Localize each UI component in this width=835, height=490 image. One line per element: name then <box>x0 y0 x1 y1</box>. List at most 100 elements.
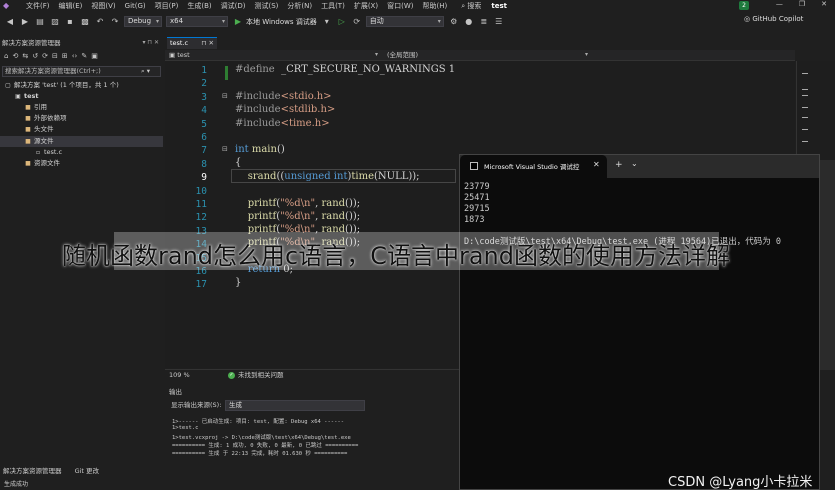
menu-test[interactable]: 测试(S) <box>254 1 278 11</box>
format-icon[interactable]: ≣ <box>479 17 489 27</box>
play-icon[interactable]: ▶ <box>233 17 243 27</box>
tab-solution-explorer[interactable]: 解决方案资源管理器 <box>3 467 62 475</box>
tree-item-label: test <box>24 92 39 100</box>
close-icon[interactable]: ✕ <box>821 0 827 8</box>
close-icon[interactable]: ✕ <box>593 160 600 169</box>
comment-icon[interactable]: ☰ <box>494 17 504 27</box>
auto-dropdown[interactable]: 自动 ▾ <box>365 16 444 27</box>
menu-view[interactable]: 视图(V) <box>91 1 115 11</box>
redo-icon[interactable]: ↷ <box>110 17 120 27</box>
minimize-icon[interactable]: — <box>776 0 783 8</box>
minimap-mark <box>802 129 808 130</box>
back-icon[interactable]: ◀ <box>5 17 15 27</box>
undo-icon[interactable]: ↶ <box>95 17 105 27</box>
config-value: Debug <box>128 17 152 25</box>
platform-dropdown[interactable]: x64 ▾ <box>166 16 228 27</box>
search-box[interactable]: ⌕ 搜索 <box>461 1 481 11</box>
code-line-4: #include<stdlib.h> <box>235 104 336 115</box>
menu-debug[interactable]: 调试(D) <box>221 1 246 11</box>
menu-extensions[interactable]: 扩展(X) <box>354 1 378 11</box>
tree-item-label: 源文件 <box>34 137 54 145</box>
code-line-5: #include<time.h> <box>235 118 330 129</box>
refresh-icon[interactable]: ⟳ <box>42 52 48 60</box>
tree-item[interactable]: ■ 资源文件 <box>0 158 163 169</box>
code-icon[interactable]: ‹› <box>72 52 78 60</box>
tree-node-icon: ▣ <box>15 93 21 100</box>
forward-icon[interactable]: ▶ <box>20 17 30 27</box>
menu-project[interactable]: 项目(P) <box>155 1 179 11</box>
tree-item[interactable]: ■ 头文件 <box>0 124 163 135</box>
line-number: 17 <box>195 279 207 291</box>
output-source-dropdown[interactable]: 生成 <box>225 400 365 411</box>
attach-icon[interactable]: ⟳ <box>352 17 362 27</box>
new-tab-icon[interactable]: + <box>615 160 623 170</box>
account-badge[interactable]: 2 <box>739 1 749 10</box>
chevron-down-icon[interactable]: ▾ <box>585 50 588 60</box>
menu-analyze[interactable]: 分析(N) <box>287 1 312 11</box>
properties-icon[interactable]: ✎ <box>81 52 87 60</box>
menu-build[interactable]: 生成(B) <box>187 1 211 11</box>
new-item-icon[interactable]: ▤ <box>35 17 45 27</box>
minimap[interactable] <box>796 61 835 161</box>
history-icon[interactable]: ↺ <box>32 52 38 60</box>
chevron-down-icon: ▾ <box>221 18 225 25</box>
collapse-icon[interactable]: ⊟ <box>52 52 58 60</box>
tree-item[interactable]: ■ 外部依赖项 <box>0 113 163 124</box>
chevron-down-icon[interactable]: ▾ <box>322 17 332 27</box>
chevron-down-icon[interactable]: ▾ <box>375 50 378 60</box>
debug-console-window[interactable]: Microsoft Visual Studio 调试控 ✕ + ⌄ 23779 … <box>459 154 820 490</box>
chevron-down-icon[interactable]: ⌄ <box>631 159 638 168</box>
tree-item[interactable]: ▫ test.c <box>0 147 163 158</box>
sync-icon[interactable]: ⟲ <box>12 52 18 60</box>
nav-scope-dropdown[interactable]: (全局范围) <box>387 50 418 60</box>
menu-git[interactable]: Git(G) <box>125 2 146 10</box>
menu-edit[interactable]: 编辑(E) <box>59 1 83 11</box>
tool-icon[interactable]: ⚙ <box>449 17 459 27</box>
switch-view-icon[interactable]: ⇆ <box>22 52 28 60</box>
tree-item[interactable]: ▢ 解决方案 'test' (1 个项目，共 1 个) <box>0 80 163 91</box>
save-all-icon[interactable]: ▩ <box>80 17 90 27</box>
line-number: 3 <box>201 91 207 103</box>
headline-overlay: 随机函数rand怎么用c语言，C语言中rand函数的使用方法详解 <box>62 242 730 270</box>
minimap-mark <box>802 107 808 108</box>
menu-window[interactable]: 窗口(W) <box>387 1 413 11</box>
panel-pin-icon[interactable]: ▾ ⊓ ✕ <box>142 38 159 48</box>
copilot-button[interactable]: ◎ GitHub Copilot <box>744 15 803 23</box>
tab-git-changes[interactable]: Git 更改 <box>75 467 99 475</box>
menu-bar: ◆ 文件(F) 编辑(E) 视图(V) Git(G) 项目(P) 生成(B) 调… <box>0 0 835 11</box>
run-debugger-button[interactable]: 本地 Windows 调试器 <box>246 17 317 27</box>
config-dropdown[interactable]: Debug ▾ <box>124 16 162 27</box>
preview-icon[interactable]: ▣ <box>91 52 98 60</box>
start-without-debug-icon[interactable]: ▷ <box>337 17 347 27</box>
console-icon <box>470 162 478 170</box>
issues-status[interactable]: 未找到相关问题 <box>238 370 284 380</box>
solution-search-input[interactable]: 搜索解决方案资源管理器(Ctrl+;) ⌕ ▾ <box>2 66 161 77</box>
solution-toolbar: ⌂ ⟲ ⇆ ↺ ⟳ ⊟ ⊞ ‹› ✎ ▣ <box>0 50 163 62</box>
tree-item[interactable]: ▣ test <box>0 91 163 102</box>
menu-tools[interactable]: 工具(T) <box>321 1 345 11</box>
restore-icon[interactable]: ❐ <box>799 0 805 8</box>
tab-test-c[interactable]: test.c ⊓ ✕ <box>167 37 217 49</box>
breakpoint-icon[interactable]: ● <box>464 17 474 27</box>
minimap-mark <box>802 141 808 142</box>
minimap-mark <box>802 73 808 74</box>
show-all-icon[interactable]: ⊞ <box>62 52 68 60</box>
menu-file[interactable]: 文件(F) <box>26 1 50 11</box>
tree-item[interactable]: ■ 源文件 <box>0 136 163 147</box>
console-line: 1873 <box>464 215 485 225</box>
zoom-level[interactable]: 109 % <box>169 370 190 380</box>
editor-tab-strip: test.c ⊓ ✕ <box>165 37 835 49</box>
save-icon[interactable]: ▪ <box>65 17 75 27</box>
fold-toggle-icon[interactable]: ⊟ <box>222 92 228 100</box>
nav-project-dropdown[interactable]: ▣ test <box>169 50 190 60</box>
vertical-scrollbar[interactable] <box>820 160 835 370</box>
tree-node-icon: ■ <box>25 104 31 111</box>
console-tab[interactable]: Microsoft Visual Studio 调试控 ✕ <box>460 155 607 178</box>
fold-toggle-icon[interactable]: ⊟ <box>222 145 228 153</box>
home-icon[interactable]: ⌂ <box>4 52 8 60</box>
open-icon[interactable]: ▨ <box>50 17 60 27</box>
menu-help[interactable]: 帮助(H) <box>422 1 447 11</box>
console-tab-title: Microsoft Visual Studio 调试控 <box>484 163 580 171</box>
tree-item[interactable]: ■ 引用 <box>0 102 163 113</box>
pin-close-icon[interactable]: ⊓ ✕ <box>201 38 214 49</box>
